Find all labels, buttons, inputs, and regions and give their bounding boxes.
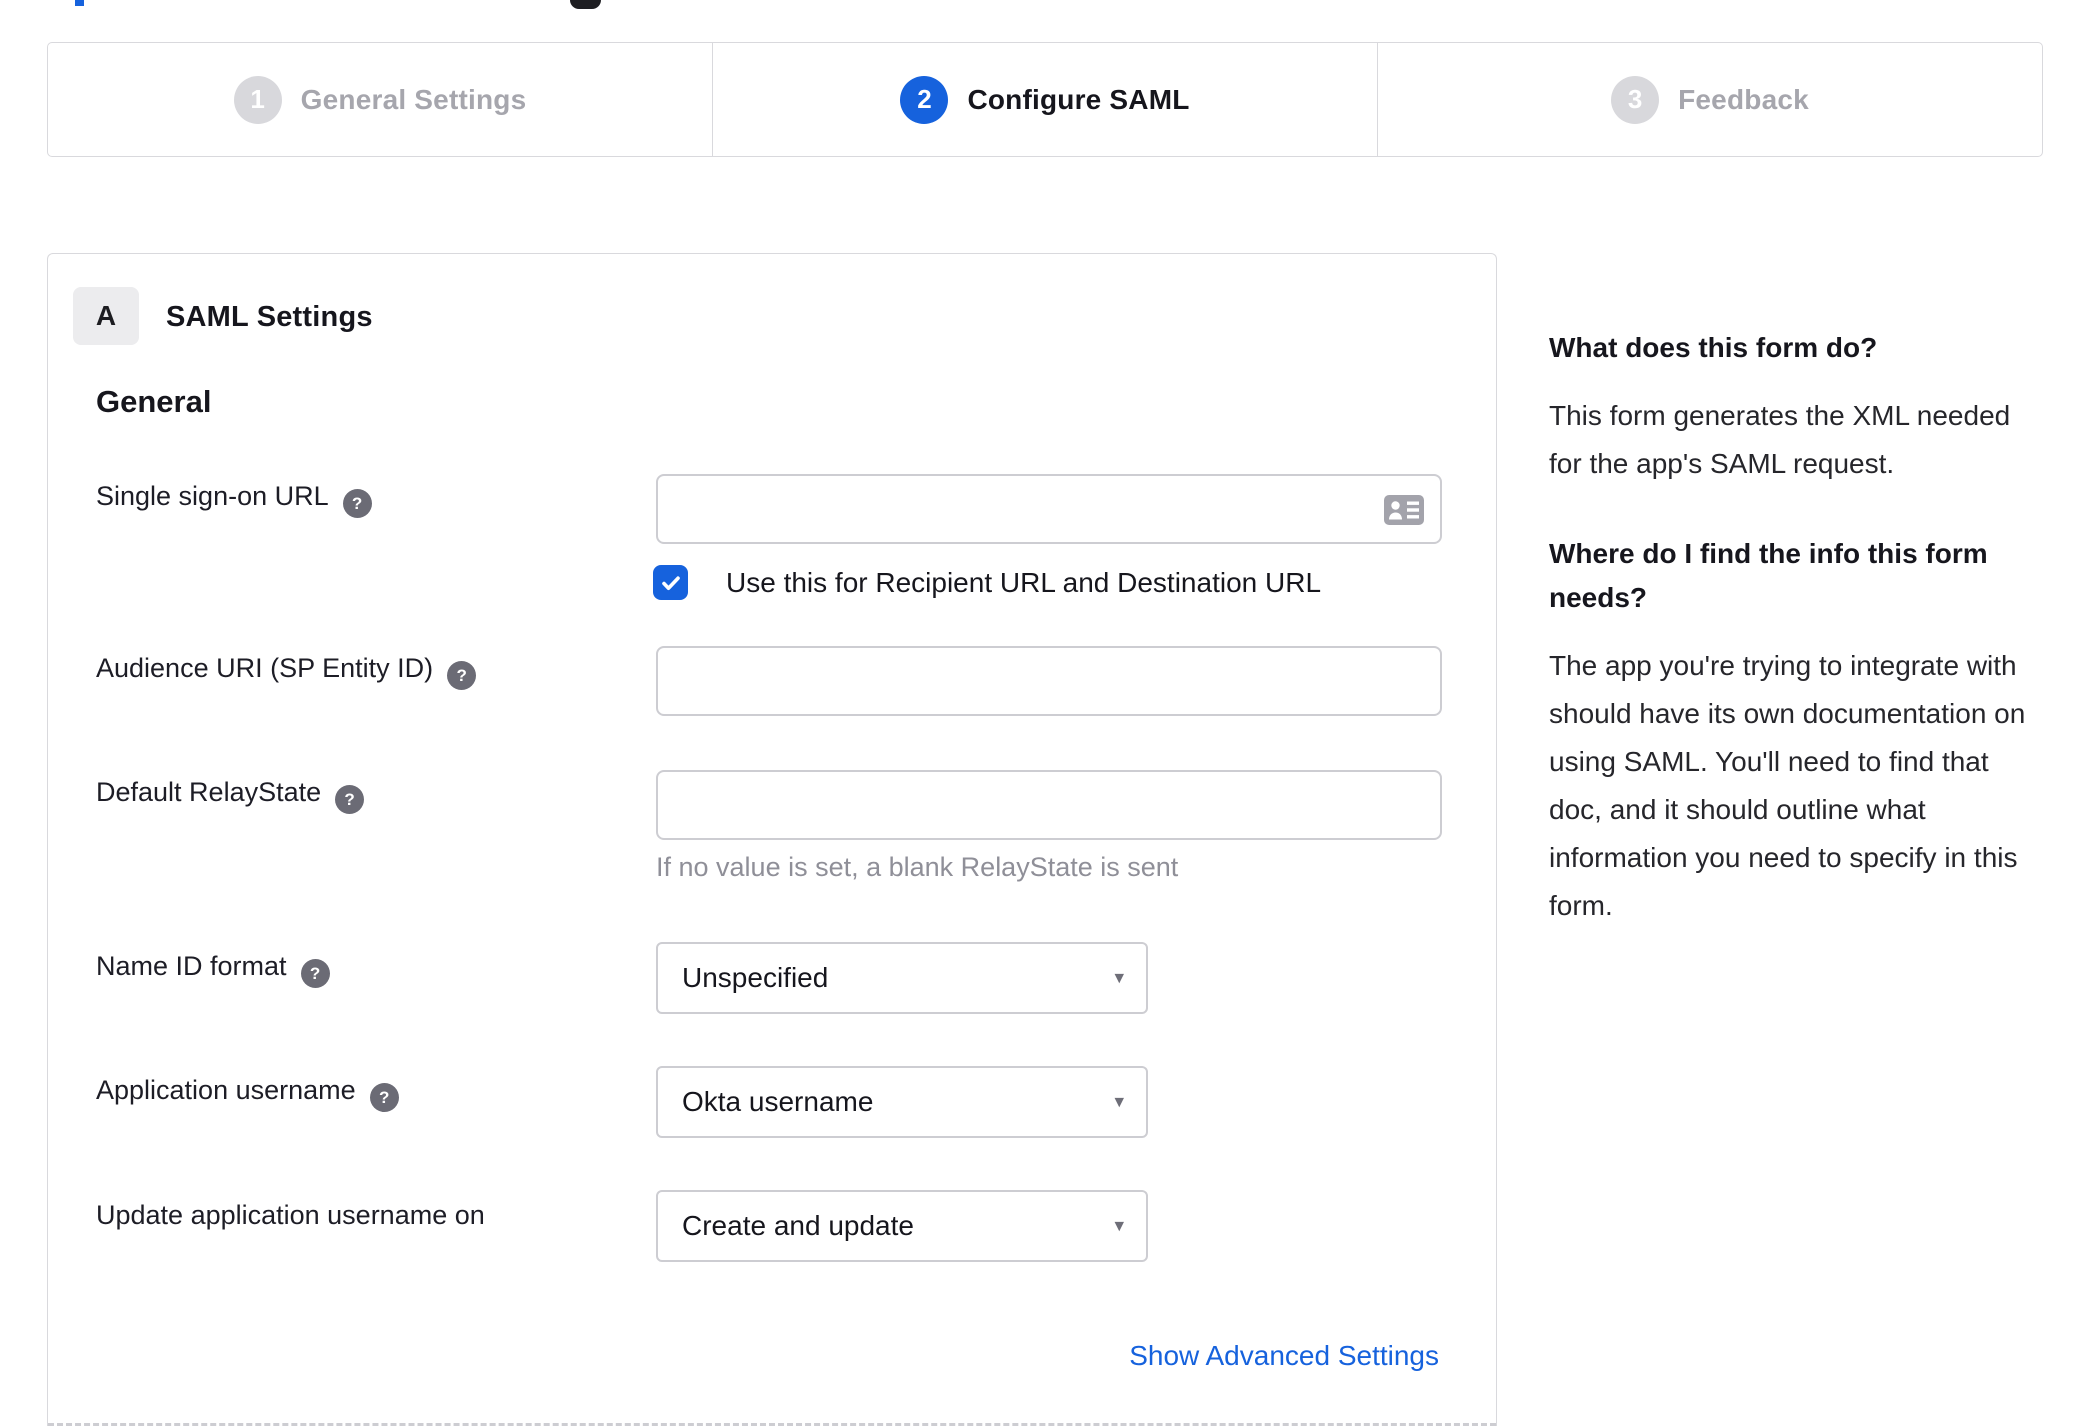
top-cutoff-logo-fragment xyxy=(570,0,601,9)
sso-url-input[interactable] xyxy=(656,474,1442,544)
audience-uri-label: Audience URI (SP Entity ID)? xyxy=(96,653,477,690)
step-3-label: Feedback xyxy=(1678,83,1809,115)
help-body: This form generates the XML needed for t… xyxy=(1549,400,2011,479)
top-cutoff-blue-mark xyxy=(75,0,84,6)
section-title: SAML Settings xyxy=(166,301,373,333)
help-icon[interactable]: ? xyxy=(369,1083,399,1112)
step-general-settings[interactable]: 1 General Settings xyxy=(48,43,712,156)
help-sidebar: What does this form do? This form genera… xyxy=(1549,326,2037,930)
audience-uri-input[interactable] xyxy=(656,646,1442,716)
checkmark-icon xyxy=(661,575,680,590)
help-heading: Where do I find the info this form needs… xyxy=(1549,538,1988,613)
help-body: The app you're trying to integrate with … xyxy=(1549,650,2026,921)
use-for-recipient-checkbox[interactable] xyxy=(653,565,688,600)
application-username-select[interactable]: Okta username ▾ xyxy=(656,1066,1148,1138)
general-group-heading: General xyxy=(96,384,212,419)
help-icon[interactable]: ? xyxy=(447,661,477,690)
help-block-what: What does this form do? This form genera… xyxy=(1549,326,2037,488)
update-application-username-select[interactable]: Create and update ▾ xyxy=(656,1190,1148,1262)
contact-card-icon xyxy=(1384,495,1424,525)
section-a-badge: A xyxy=(73,287,139,345)
step-2-number-badge: 2 xyxy=(900,75,949,124)
help-icon[interactable]: ? xyxy=(300,959,330,988)
step-3-number-badge: 3 xyxy=(1611,75,1660,124)
name-id-format-select[interactable]: Unspecified ▾ xyxy=(656,942,1148,1014)
wizard-stepper: 1 General Settings 2 Configure SAML 3 Fe… xyxy=(47,42,2043,157)
step-1-number-badge: 1 xyxy=(233,75,282,124)
step-2-label: Configure SAML xyxy=(967,83,1190,115)
sso-url-label: Single sign-on URL? xyxy=(96,481,372,518)
chevron-down-icon: ▾ xyxy=(1114,1091,1124,1113)
step-configure-saml[interactable]: 2 Configure SAML xyxy=(712,43,1377,156)
default-relaystate-input[interactable] xyxy=(656,770,1442,840)
application-username-label: Application username? xyxy=(96,1075,399,1112)
help-icon[interactable]: ? xyxy=(335,785,365,814)
sso-url-input-wrap xyxy=(656,474,1442,544)
use-for-recipient-checkbox-label[interactable]: Use this for Recipient URL and Destinati… xyxy=(726,567,1321,599)
step-1-label: General Settings xyxy=(300,83,527,115)
chevron-down-icon: ▾ xyxy=(1114,1215,1124,1237)
saml-settings-panel: A SAML Settings General Single sign-on U… xyxy=(47,253,1497,1426)
default-relaystate-label: Default RelayState? xyxy=(96,777,365,814)
step-feedback[interactable]: 3 Feedback xyxy=(1377,43,2042,156)
help-heading: What does this form do? xyxy=(1549,332,1878,363)
relaystate-hint: If no value is set, a blank RelayState i… xyxy=(656,852,1179,882)
name-id-format-label: Name ID format? xyxy=(96,951,330,988)
help-block-where: Where do I find the info this form needs… xyxy=(1549,532,2037,930)
update-application-username-label: Update application username on xyxy=(96,1200,485,1230)
help-icon[interactable]: ? xyxy=(342,489,372,518)
show-advanced-settings-link[interactable]: Show Advanced Settings xyxy=(1129,1340,1439,1372)
chevron-down-icon: ▾ xyxy=(1114,967,1124,989)
